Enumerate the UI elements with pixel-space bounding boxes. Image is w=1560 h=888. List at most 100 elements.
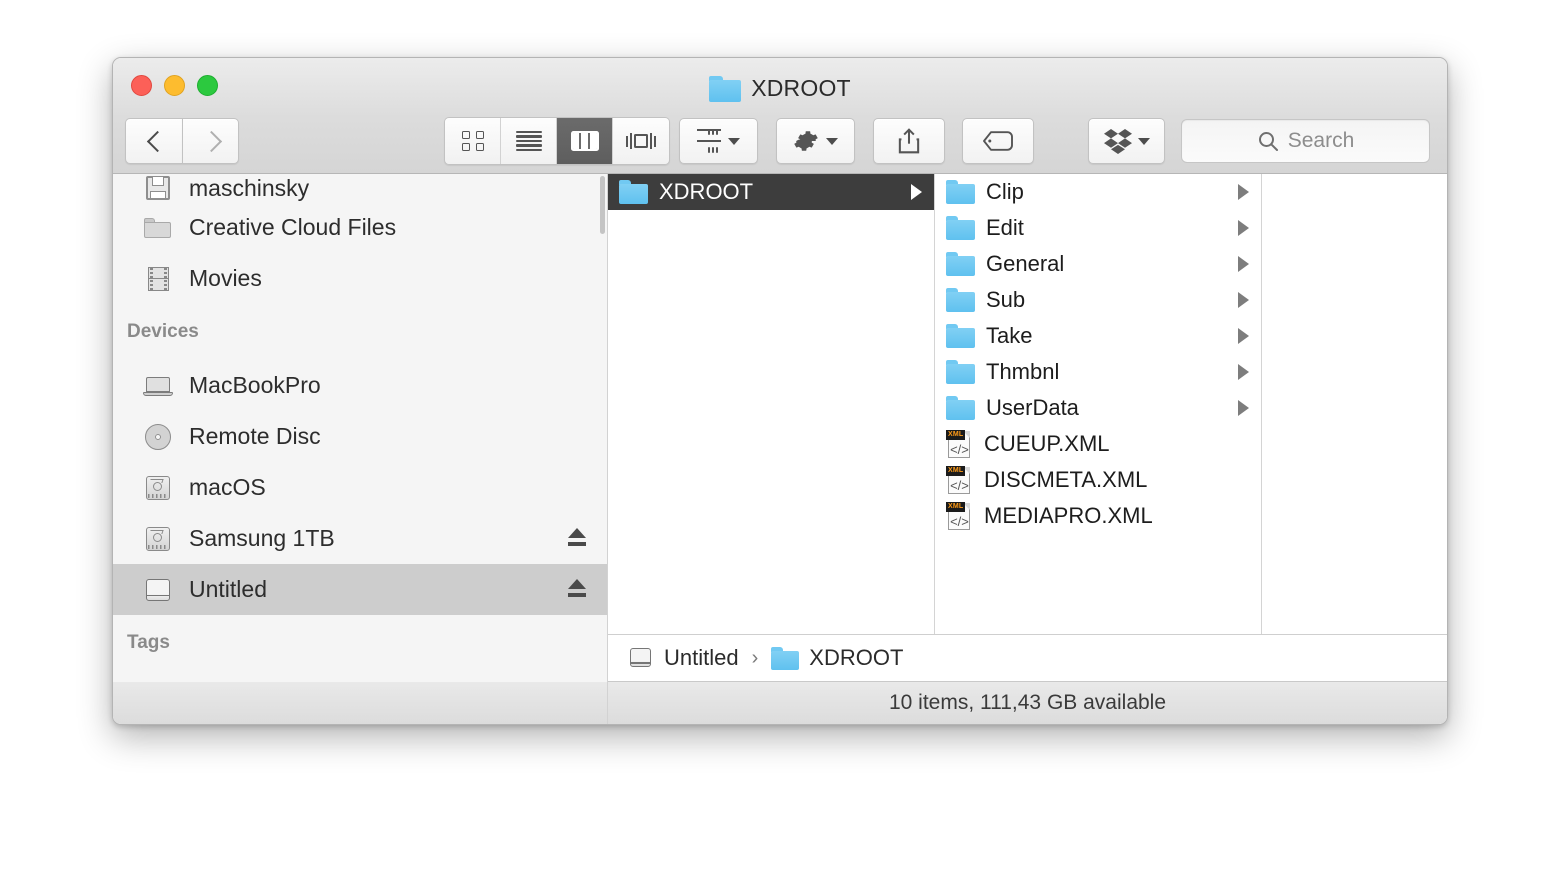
sidebar-item-label: MacBookPro	[189, 372, 321, 398]
disclosure-arrow-icon[interactable]	[1238, 184, 1249, 200]
chevron-down-icon	[1137, 137, 1150, 145]
folder-icon	[709, 75, 742, 102]
column-row-discmeta-xml[interactable]: </> XML DISCMETA.XML	[935, 462, 1261, 498]
chevron-left-icon	[147, 130, 161, 152]
sidebar-item-movies[interactable]: Movies	[113, 253, 607, 304]
titlebar: XDROOT Search	[113, 58, 1447, 174]
xml-file-icon: </> XML	[946, 430, 970, 458]
tags-button[interactable]	[962, 118, 1034, 164]
harddrive-icon	[143, 525, 173, 553]
breadcrumb-item-xdroot[interactable]: XDROOT	[771, 645, 903, 671]
share-button[interactable]	[873, 118, 945, 164]
folder-icon	[946, 216, 975, 240]
folder-icon	[946, 324, 975, 348]
gear-icon	[793, 128, 819, 154]
disclosure-arrow-icon[interactable]	[1238, 328, 1249, 344]
sidebar-item-samsung-1tb[interactable]: Samsung 1TB	[113, 513, 607, 564]
sidebar-item-label: Remote Disc	[189, 423, 321, 449]
breadcrumb-separator: ›	[751, 646, 759, 669]
disclosure-arrow-icon[interactable]	[911, 184, 922, 200]
gallery-view-button[interactable]	[613, 118, 669, 164]
sidebar-item-untitled[interactable]: Untitled	[113, 564, 607, 615]
back-button[interactable]	[125, 118, 182, 164]
sidebar-item-label: Untitled	[189, 576, 267, 602]
search-placeholder: Search	[1287, 129, 1355, 152]
column-view-button[interactable]	[557, 118, 613, 164]
column-row-cueup-xml[interactable]: </> XML CUEUP.XML	[935, 426, 1261, 462]
sidebar-item-remote-disc[interactable]: Remote Disc	[113, 411, 607, 462]
row-label: Sub	[986, 287, 1026, 312]
status-text: 10 items, 111,43 GB available	[888, 691, 1167, 714]
row-label: General	[986, 251, 1065, 276]
action-button[interactable]	[776, 118, 855, 164]
disclosure-arrow-icon[interactable]	[1238, 220, 1249, 236]
search-input[interactable]: Search	[1181, 119, 1430, 163]
row-label: CUEUP.XML	[984, 431, 1110, 456]
column-row-mediapro-xml[interactable]: </> XML MEDIAPRO.XML	[935, 498, 1261, 534]
folder-icon	[946, 396, 975, 420]
dropbox-icon	[1103, 128, 1132, 154]
sidebar-item-maschinsky[interactable]: maschinsky	[113, 174, 607, 202]
save-icon	[143, 174, 173, 202]
dropbox-button[interactable]	[1088, 118, 1165, 164]
disc-icon	[143, 423, 173, 451]
sidebar-item-label: macOS	[189, 474, 266, 500]
sidebar-section-devices: Devices	[127, 321, 199, 342]
row-label: MEDIAPRO.XML	[984, 503, 1153, 528]
tag-icon	[982, 130, 1014, 152]
laptop-icon	[143, 372, 173, 400]
window-body: maschinsky Creative Cloud Files Movies D…	[113, 174, 1447, 724]
row-label: UserData	[986, 395, 1079, 420]
external-drive-icon	[628, 646, 654, 670]
folder-icon	[946, 360, 975, 384]
chevron-right-icon	[204, 130, 218, 152]
column-2: Clip Edit General Sub Take Thmbnl UserDa…	[935, 174, 1262, 634]
nav-group	[125, 118, 239, 164]
breadcrumb-item-untitled[interactable]: Untitled	[628, 645, 739, 671]
sidebar: maschinsky Creative Cloud Files Movies D…	[113, 174, 608, 724]
arrange-button[interactable]	[679, 118, 758, 164]
window-title-text: XDROOT	[751, 75, 851, 101]
chevron-down-icon	[728, 137, 740, 145]
film-icon	[143, 265, 173, 293]
coverflow-icon	[625, 130, 657, 152]
sidebar-item-macbookpro[interactable]: MacBookPro	[113, 360, 607, 411]
column-row-edit[interactable]: Edit	[935, 210, 1261, 246]
icon-view-button[interactable]	[445, 118, 501, 164]
column-row-general[interactable]: General	[935, 246, 1261, 282]
folder-icon	[946, 252, 975, 276]
disclosure-arrow-icon[interactable]	[1238, 364, 1249, 380]
chevron-down-icon	[826, 137, 838, 145]
column-row-thmbnl[interactable]: Thmbnl	[935, 354, 1261, 390]
xml-file-icon: </> XML	[946, 502, 970, 530]
row-label: Take	[986, 323, 1033, 348]
column-row-clip[interactable]: Clip	[935, 174, 1261, 210]
search-icon	[1257, 130, 1279, 152]
sidebar-item-label: Movies	[189, 265, 262, 291]
breadcrumb-label: Untitled	[664, 645, 739, 670]
folder-grey-icon	[143, 214, 173, 242]
sidebar-item-label: Creative Cloud Files	[189, 214, 397, 240]
arrange-icon	[697, 129, 721, 153]
list-icon	[515, 131, 542, 151]
column-row-take[interactable]: Take	[935, 318, 1261, 354]
disclosure-arrow-icon[interactable]	[1238, 400, 1249, 416]
columns-icon	[570, 131, 599, 151]
sidebar-item-creative-cloud-files[interactable]: Creative Cloud Files	[113, 202, 607, 253]
column-row-sub[interactable]: Sub	[935, 282, 1261, 318]
list-view-button[interactable]	[501, 118, 557, 164]
sidebar-item-label: Samsung 1TB	[189, 525, 335, 551]
sidebar-item-macos[interactable]: macOS	[113, 462, 607, 513]
column-row-xdroot[interactable]: XDROOT	[608, 174, 934, 210]
column-row-userdata[interactable]: UserData	[935, 390, 1261, 426]
forward-button[interactable]	[182, 118, 239, 164]
status-bar: 10 items, 111,43 GB available	[608, 682, 1447, 724]
breadcrumb: Untitled › XDROOT	[608, 635, 1447, 682]
grid-icon	[461, 130, 484, 152]
row-label: DISCMETA.XML	[984, 467, 1148, 492]
breadcrumb-label: XDROOT	[809, 645, 904, 670]
disclosure-arrow-icon[interactable]	[1238, 292, 1249, 308]
sidebar-section-tags: Tags	[127, 632, 170, 653]
disclosure-arrow-icon[interactable]	[1238, 256, 1249, 272]
folder-icon	[946, 180, 975, 204]
